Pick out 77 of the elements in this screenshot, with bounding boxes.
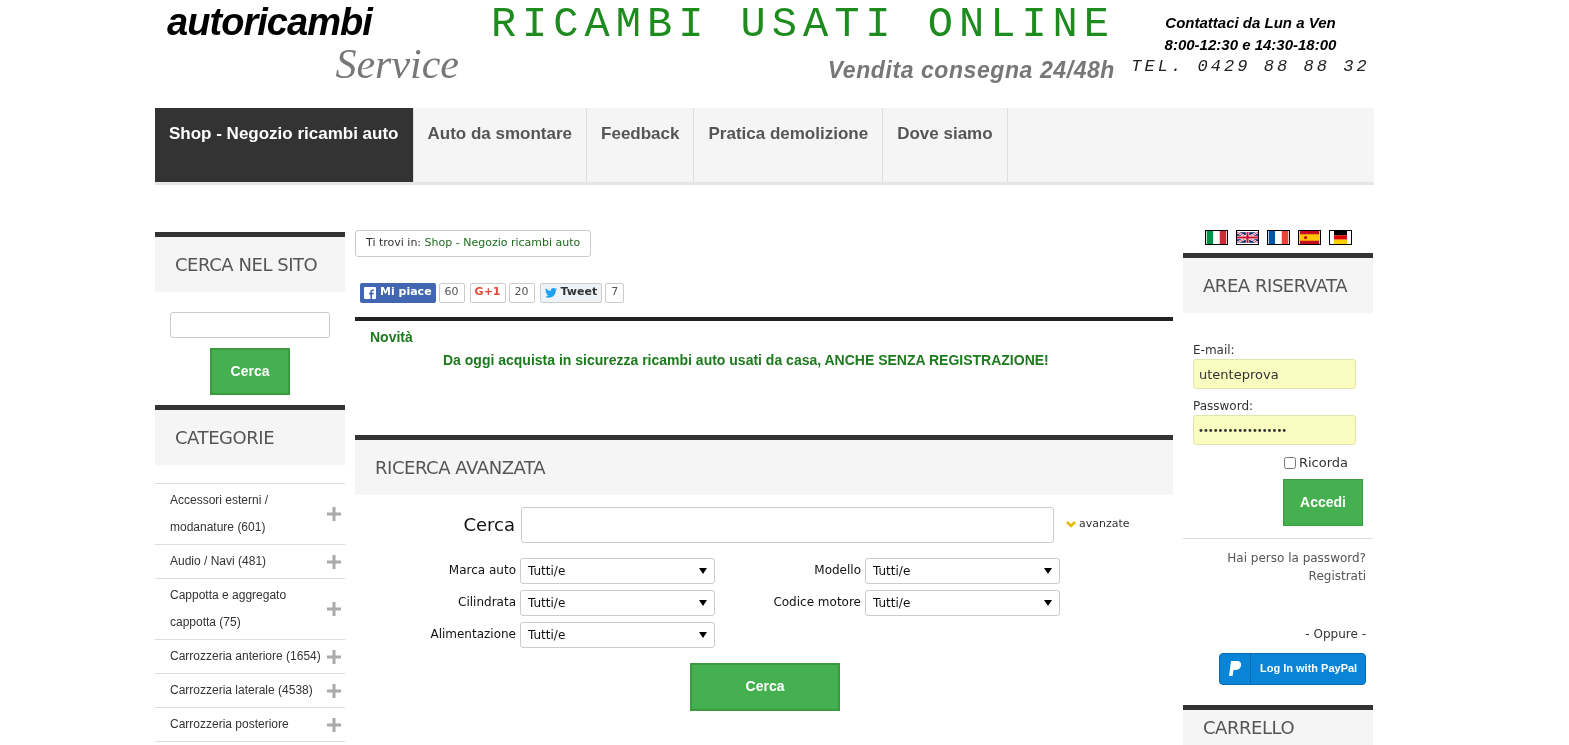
password-label: Password: (1193, 398, 1255, 415)
dropdown-caret-icon (699, 631, 707, 638)
uk-flag-icon[interactable] (1235, 230, 1259, 245)
filter-dropdown[interactable]: Tutti/e (520, 621, 715, 648)
category-link[interactable]: Carrozzeria posteriore (170, 711, 327, 738)
advanced-link[interactable]: avanzate (1066, 516, 1130, 533)
paypal-button[interactable]: Log In with PayPal (1219, 652, 1366, 685)
share-count: 60 (438, 282, 465, 303)
remember-checkbox[interactable] (1283, 456, 1296, 469)
contact-text: 8:00-12:30 e 14:30-18:00 (1164, 35, 1337, 55)
filter-dropdown[interactable]: Tutti/e (520, 557, 715, 584)
nav-tab[interactable]: Shop - Negozio ricambi auto (155, 108, 414, 182)
nav-tab[interactable]: Dove siamo (883, 108, 1008, 182)
chevron-down-icon (1066, 521, 1076, 528)
dropdown-caret-icon (699, 567, 707, 574)
filter-dropdown[interactable]: Tutti/e (865, 589, 1060, 616)
plus-icon[interactable] (327, 554, 341, 569)
category-link[interactable]: Cappotta e aggregato cappotta (75) (170, 582, 327, 636)
france-flag-icon[interactable] (1266, 230, 1290, 245)
nav-tab[interactable]: Pratica demolizione (694, 108, 884, 182)
headline: RICAMBI USATI ONLINE (490, 0, 1115, 50)
paypal-icon (1228, 660, 1242, 677)
section-title: RICERCA AVANZATA (355, 434, 1173, 495)
plus-icon[interactable] (327, 717, 341, 732)
breadcrumb: Ti trovi in: Shop - Negozio ricambi auto (355, 230, 592, 257)
filter-label: Alimentazione (429, 625, 516, 643)
search-field[interactable] (170, 312, 330, 338)
filter-label: Marca auto (447, 561, 516, 579)
germany-flag-icon[interactable] (1328, 230, 1352, 245)
filter-dropdown[interactable]: Tutti/e (865, 557, 1060, 584)
dropdown-caret-icon (1044, 599, 1052, 606)
dropdown-caret-icon (699, 599, 707, 606)
plus-icon[interactable] (327, 602, 341, 616)
share-button[interactable]: G+1 (469, 282, 506, 303)
filter-label: Cilindrata (457, 593, 516, 611)
bird-icon (544, 287, 557, 298)
filter-label: Modello (813, 561, 861, 579)
plus-icon[interactable] (327, 683, 341, 698)
logo-subtitle: Service (335, 42, 459, 86)
facebook-icon (364, 286, 376, 299)
filter-label: Codice motore (772, 593, 861, 611)
contact-text: Contattaci da Lun a Ven (1165, 13, 1336, 33)
share-count: 7 (605, 282, 625, 303)
search-field[interactable] (521, 506, 1054, 543)
dropdown-caret-icon (1044, 567, 1052, 574)
filter-dropdown[interactable]: Tutti/e (520, 589, 715, 616)
remember-label: Ricorda (1298, 454, 1348, 472)
news-text: Da oggi acquista in sicurezza ricambi auto usati da casa, ANCHE SENZA REGISTRAZIONE! (443, 350, 1050, 370)
search-label: Cerca (462, 513, 515, 537)
phone-number: TEL. 0429 88 88 32 (1131, 56, 1370, 78)
news-title: Novità (370, 327, 414, 347)
breadcrumb-link[interactable]: Shop - Negozio ricambi auto (424, 236, 581, 249)
sidebar-title: CERCA NEL SITO (155, 232, 345, 292)
share-button[interactable]: Tweet (539, 282, 603, 303)
or-text: - Oppure - (1305, 625, 1366, 643)
share-count: 20 (508, 282, 535, 303)
share-button[interactable]: Mi piace (360, 282, 436, 303)
lost-password-link[interactable]: Hai perso la password? (1227, 548, 1366, 567)
category-link[interactable]: Audio / Navi (481) (170, 548, 327, 575)
spain-flag-icon[interactable] (1297, 230, 1321, 245)
category-link[interactable]: Accessori esterni / modanature (601) (170, 487, 327, 541)
email-field[interactable]: utenteprova (1193, 359, 1356, 389)
sidebar-title: AREA RISERVATA (1183, 253, 1373, 313)
email-label: E-mail: (1193, 342, 1236, 359)
tagline: Vendita consegna 24/48h (827, 56, 1115, 85)
password-field[interactable]: •••••••••••••••••• (1193, 415, 1356, 445)
logo-text: autoricambi (167, 2, 375, 42)
sidebar-title: CARRELLO (1183, 704, 1373, 745)
category-link[interactable]: Carrozzeria laterale (4538) (170, 677, 327, 704)
category-link[interactable]: Carrozzeria anteriore (1654) (170, 643, 327, 670)
sidebar-title: CATEGORIE (155, 405, 345, 465)
italy-flag-icon[interactable] (1204, 230, 1228, 245)
plus-icon[interactable] (327, 507, 341, 521)
nav-tab[interactable]: Auto da smontare (413, 108, 588, 182)
register-link[interactable]: Registrati (1308, 566, 1366, 585)
nav-tab[interactable]: Feedback (587, 108, 695, 182)
plus-icon[interactable] (327, 649, 341, 664)
